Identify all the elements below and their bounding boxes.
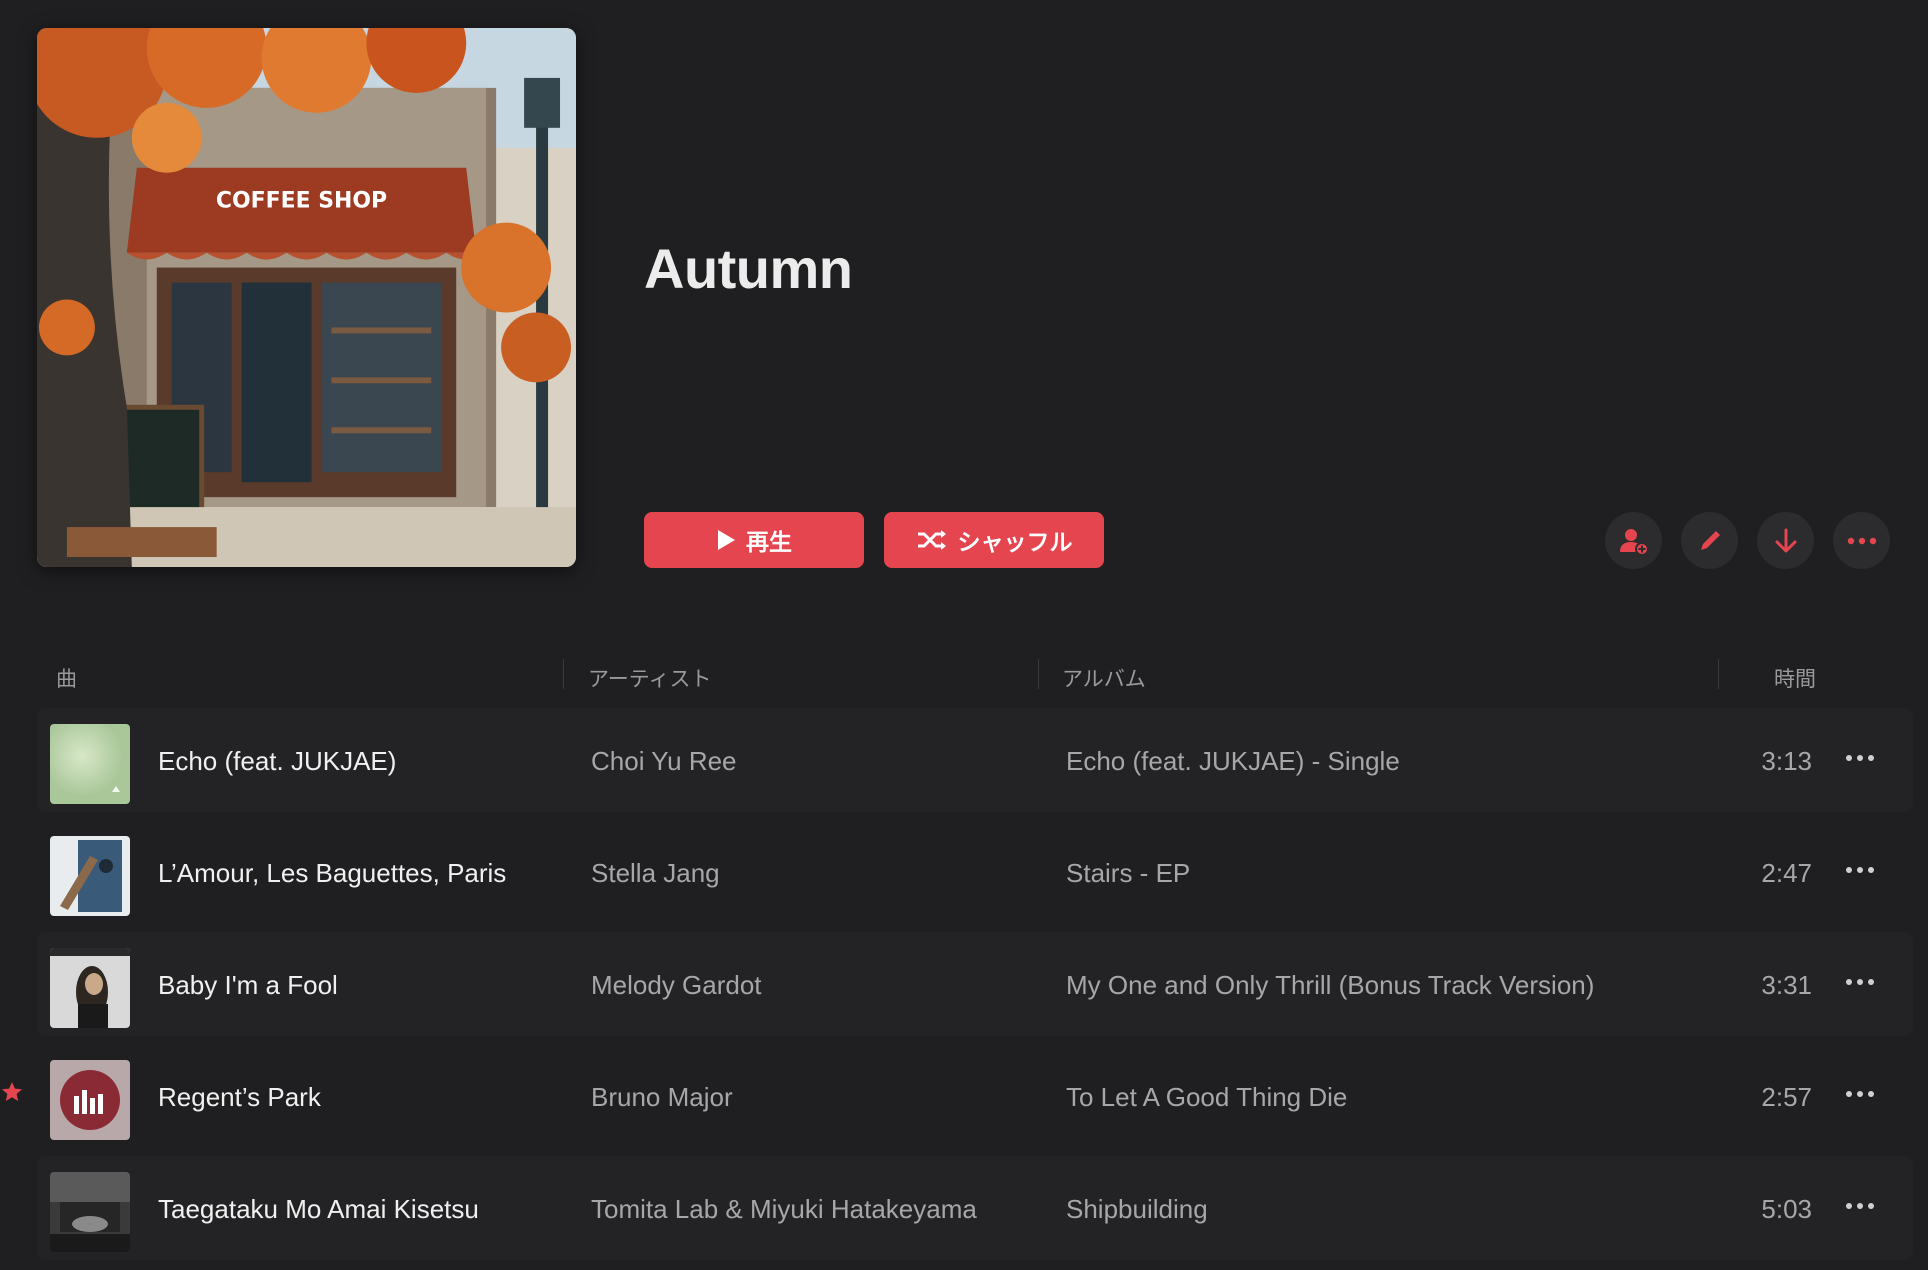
track-artist[interactable]: Stella Jang bbox=[591, 858, 720, 889]
add-collaborator-button[interactable] bbox=[1605, 512, 1662, 569]
shuffle-button-label: シャッフル bbox=[957, 530, 1073, 556]
track-artwork bbox=[50, 724, 130, 804]
track-duration: 2:47 bbox=[1761, 858, 1812, 888]
track-artwork bbox=[50, 836, 130, 916]
favorite-star-icon bbox=[2, 1082, 22, 1101]
track-duration: 2:57 bbox=[1761, 1082, 1812, 1112]
track-more-button[interactable] bbox=[1840, 1074, 1880, 1114]
track-more-button[interactable] bbox=[1840, 738, 1880, 778]
track-row[interactable]: Baby I'm a Fool Melody Gardot My One and… bbox=[37, 932, 1913, 1036]
track-artist[interactable]: Melody Gardot bbox=[591, 970, 762, 1001]
shuffle-button[interactable]: シャッフル bbox=[884, 512, 1104, 568]
more-icon bbox=[1846, 755, 1874, 761]
more-options-button[interactable] bbox=[1833, 512, 1890, 569]
track-duration: 3:13 bbox=[1761, 746, 1812, 776]
track-more-button[interactable] bbox=[1840, 962, 1880, 1002]
track-duration: 5:03 bbox=[1761, 1194, 1812, 1224]
download-button[interactable] bbox=[1757, 512, 1814, 569]
track-row[interactable]: Taegataku Mo Amai Kisetsu Tomita Lab & M… bbox=[37, 1156, 1913, 1260]
play-button-label: 再生 bbox=[746, 530, 792, 556]
column-header-artist[interactable]: アーティスト bbox=[588, 663, 711, 693]
more-icon bbox=[1847, 537, 1876, 544]
track-title: Echo (feat. JUKJAE) bbox=[158, 746, 397, 776]
track-title: Baby I'm a Fool bbox=[158, 970, 338, 1000]
add-collaborator-icon bbox=[1619, 528, 1649, 556]
track-row[interactable]: L’Amour, Les Baguettes, Paris Stella Jan… bbox=[37, 820, 1913, 924]
playlist-page: COFFEE SHOP Autumn 再生 シャッフル 曲 アーティスト アルバ… bbox=[0, 0, 1928, 1270]
play-icon bbox=[718, 530, 735, 550]
playlist-title: Autumn bbox=[644, 237, 853, 300]
track-album[interactable]: My One and Only Thrill (Bonus Track Vers… bbox=[1066, 970, 1594, 1001]
more-icon bbox=[1846, 1203, 1874, 1209]
more-icon bbox=[1846, 1091, 1874, 1097]
track-title: L’Amour, Les Baguettes, Paris bbox=[158, 858, 507, 888]
track-artist[interactable]: Bruno Major bbox=[591, 1082, 733, 1113]
track-album[interactable]: Echo (feat. JUKJAE) - Single bbox=[1066, 746, 1400, 777]
playlist-cover-art[interactable]: COFFEE SHOP bbox=[37, 28, 576, 567]
cover-sign-text: COFFEE SHOP bbox=[216, 189, 387, 214]
track-more-button[interactable] bbox=[1840, 850, 1880, 890]
track-album[interactable]: Stairs - EP bbox=[1066, 858, 1190, 889]
track-album[interactable]: Shipbuilding bbox=[1066, 1194, 1208, 1225]
track-duration: 3:31 bbox=[1761, 970, 1812, 1000]
track-row[interactable]: Echo (feat. JUKJAE) Choi Yu Ree Echo (fe… bbox=[37, 708, 1913, 812]
track-more-button[interactable] bbox=[1840, 1186, 1880, 1226]
track-title: Taegataku Mo Amai Kisetsu bbox=[158, 1194, 479, 1224]
column-divider[interactable] bbox=[1038, 659, 1039, 689]
track-title: Regent’s Park bbox=[158, 1082, 321, 1112]
shuffle-icon bbox=[917, 530, 946, 550]
column-header-album[interactable]: アルバム bbox=[1062, 663, 1146, 693]
track-artwork bbox=[50, 948, 130, 1028]
track-album[interactable]: To Let A Good Thing Die bbox=[1066, 1082, 1347, 1113]
column-divider[interactable] bbox=[1718, 659, 1719, 689]
column-divider[interactable] bbox=[563, 659, 564, 689]
play-button[interactable]: 再生 bbox=[644, 512, 864, 568]
track-table-header: 曲 アーティスト アルバム 時間 bbox=[0, 655, 1928, 699]
track-row[interactable]: Regent’s Park Bruno Major To Let A Good … bbox=[2, 1044, 1913, 1148]
column-header-song[interactable]: 曲 bbox=[56, 663, 77, 693]
column-header-time[interactable]: 時間 bbox=[1774, 663, 1816, 693]
more-icon bbox=[1846, 867, 1874, 873]
track-artwork bbox=[50, 1172, 130, 1252]
track-list: Echo (feat. JUKJAE) Choi Yu Ree Echo (fe… bbox=[2, 708, 1913, 1268]
edit-button[interactable] bbox=[1681, 512, 1738, 569]
track-artwork bbox=[50, 1060, 130, 1140]
track-artist[interactable]: Choi Yu Ree bbox=[591, 746, 737, 777]
edit-icon bbox=[1700, 530, 1720, 550]
track-artist[interactable]: Tomita Lab & Miyuki Hatakeyama bbox=[591, 1194, 977, 1225]
more-icon bbox=[1846, 979, 1874, 985]
download-icon bbox=[1775, 528, 1796, 552]
